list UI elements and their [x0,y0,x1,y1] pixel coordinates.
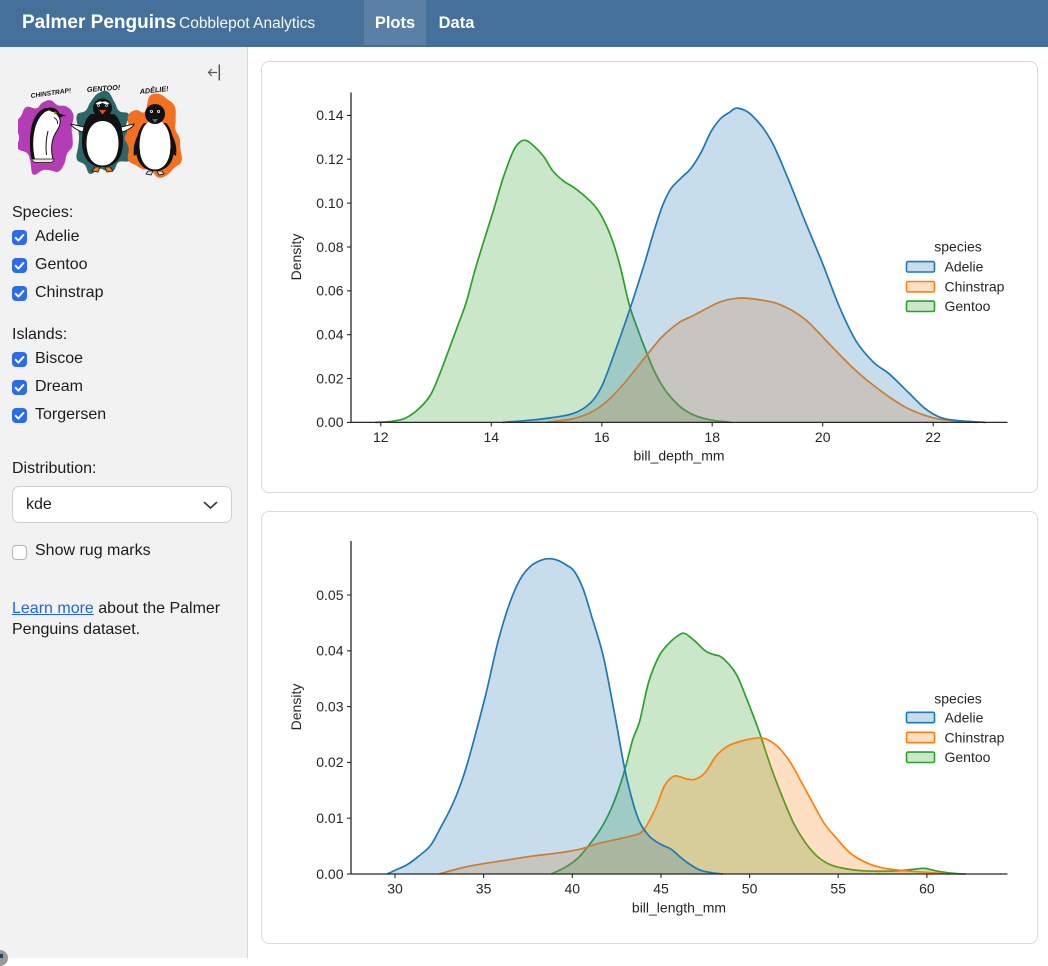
svg-text:30: 30 [387,881,403,897]
svg-text:0.00: 0.00 [316,414,343,430]
svg-text:0.06: 0.06 [316,283,343,299]
svg-text:Chinstrap: Chinstrap [945,729,1005,745]
svg-text:0.02: 0.02 [316,370,343,386]
svg-text:0.14: 0.14 [316,107,343,123]
svg-text:CHINSTRAP!: CHINSTRAP! [30,87,72,100]
svg-text:Adelie: Adelie [945,709,984,725]
svg-text:Chinstrap: Chinstrap [945,279,1005,295]
svg-text:bill_depth_mm: bill_depth_mm [633,448,724,464]
svg-text:0.02: 0.02 [316,754,343,770]
svg-text:0.08: 0.08 [316,239,343,255]
svg-text:0.04: 0.04 [316,643,343,659]
svg-text:0.03: 0.03 [316,698,343,714]
svg-text:Density: Density [288,684,304,731]
svg-text:Adelie: Adelie [945,259,984,275]
svg-text:bill_length_mm: bill_length_mm [632,900,726,916]
svg-text:Density: Density [288,234,304,281]
svg-text:14: 14 [484,429,500,445]
svg-text:0.00: 0.00 [316,866,343,882]
svg-text:species: species [934,691,981,707]
svg-text:Gentoo: Gentoo [945,298,991,314]
svg-text:40: 40 [565,881,581,897]
svg-text:GENTOO!: GENTOO! [87,83,122,94]
svg-text:0.05: 0.05 [316,587,343,603]
svg-text:55: 55 [830,881,846,897]
svg-text:50: 50 [742,881,758,897]
svg-text:60: 60 [919,881,935,897]
svg-text:species: species [934,239,981,255]
svg-text:0.01: 0.01 [316,810,343,826]
svg-text:35: 35 [476,881,492,897]
svg-text:Gentoo: Gentoo [945,749,991,765]
svg-text:20: 20 [815,429,831,445]
svg-text:18: 18 [704,429,720,445]
svg-text:0.10: 0.10 [316,195,343,211]
svg-text:45: 45 [653,881,669,897]
svg-text:0.04: 0.04 [316,327,343,343]
svg-text:0.12: 0.12 [316,151,343,167]
svg-text:16: 16 [594,429,610,445]
svg-text:22: 22 [925,429,941,445]
svg-text:12: 12 [373,429,389,445]
svg-text:ADĒLIE!: ADĒLIE! [138,84,169,96]
